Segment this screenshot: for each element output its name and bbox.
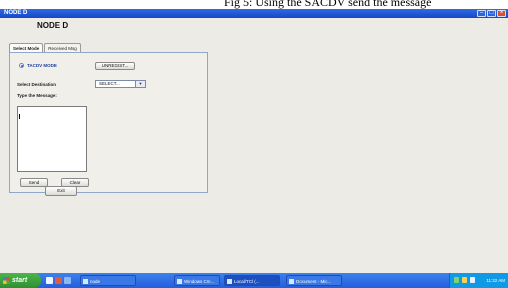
taskbar: start node Windows Cm... Local/TCl (... … — [0, 273, 508, 288]
title-bar[interactable]: NODE D – □ × — [0, 9, 508, 18]
destination-select-value: SELECT... — [99, 81, 120, 86]
taskbar-item-windows-cm[interactable]: Windows Cm... — [174, 275, 220, 286]
tacdv-mode-label: TACDV MODE — [27, 63, 57, 68]
exit-button[interactable]: Exit — [45, 186, 77, 196]
volume-icon[interactable] — [470, 277, 475, 283]
clock: 11:32 AM — [486, 278, 505, 283]
window-title: NODE D — [4, 10, 28, 16]
message-label: Type the Message: — [17, 93, 57, 98]
text-caret — [19, 114, 20, 119]
minimize-button[interactable]: – — [477, 10, 486, 17]
network-icon[interactable] — [454, 277, 459, 283]
chevron-down-icon[interactable]: ▼ — [135, 81, 145, 87]
figure-caption: Fig 5: Using the SACDV send the message — [0, 0, 508, 9]
figure-caption-text: Fig 5: Using the SACDV send the message — [224, 0, 432, 9]
maximize-button[interactable]: □ — [487, 10, 496, 17]
system-tray: 11:32 AM — [449, 273, 508, 288]
windows-logo-icon — [3, 277, 10, 284]
send-button[interactable]: Send — [20, 178, 48, 187]
window-controls: – □ × — [477, 10, 506, 17]
start-button[interactable]: start — [0, 273, 41, 288]
select-mode-panel: TACDV MODE UNREGIST... Select Destinatio… — [9, 52, 208, 193]
destination-label: Select Destination — [17, 82, 57, 87]
destination-select[interactable]: SELECT... ▼ — [95, 80, 146, 88]
show-desktop-icon[interactable] — [46, 277, 53, 284]
start-label: start — [12, 277, 28, 284]
app-window: NODE D – □ × NODE D Select Mode Received… — [0, 9, 508, 273]
taskbar-item-document[interactable]: Document - Mic... — [286, 275, 342, 286]
message-textarea[interactable] — [17, 106, 87, 172]
taskbar-item-node[interactable]: node — [80, 275, 136, 286]
page-title: NODE D — [37, 21, 69, 30]
browser-icon[interactable] — [55, 277, 62, 284]
tacdv-mode-radio[interactable] — [19, 63, 24, 68]
unregister-button[interactable]: UNREGIST... — [95, 62, 135, 70]
close-button[interactable]: × — [497, 10, 506, 17]
taskbar-item-local-tcl[interactable]: Local/TCl (... — [224, 275, 280, 286]
media-icon[interactable] — [64, 277, 71, 284]
security-icon[interactable] — [462, 277, 467, 283]
